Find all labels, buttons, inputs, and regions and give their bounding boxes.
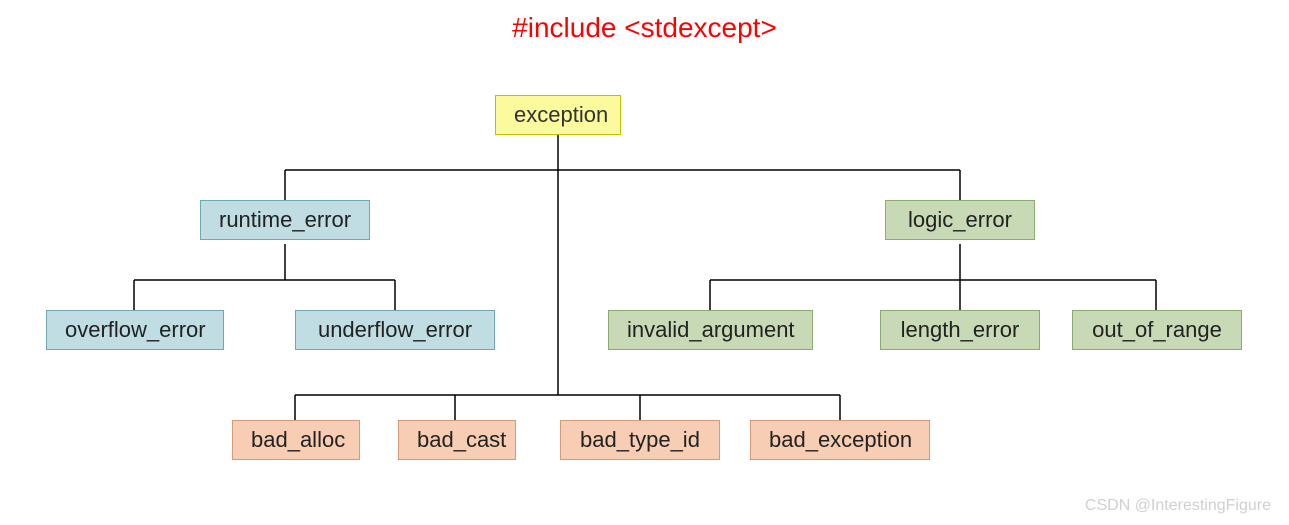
node-bad-alloc: bad_alloc [232, 420, 360, 460]
node-runtime-error: runtime_error [200, 200, 370, 240]
include-directive: #include <stdexcept> [0, 12, 1289, 44]
node-out-of-range: out_of_range [1072, 310, 1242, 350]
node-overflow-error: overflow_error [46, 310, 224, 350]
watermark: CSDN @InterestingFigure [1085, 497, 1271, 515]
node-bad-cast: bad_cast [398, 420, 516, 460]
node-bad-type-id: bad_type_id [560, 420, 720, 460]
node-underflow-error: underflow_error [295, 310, 495, 350]
node-invalid-argument: invalid_argument [608, 310, 813, 350]
node-logic-error: logic_error [885, 200, 1035, 240]
node-bad-exception: bad_exception [750, 420, 930, 460]
node-length-error: length_error [880, 310, 1040, 350]
node-exception: exception [495, 95, 621, 135]
